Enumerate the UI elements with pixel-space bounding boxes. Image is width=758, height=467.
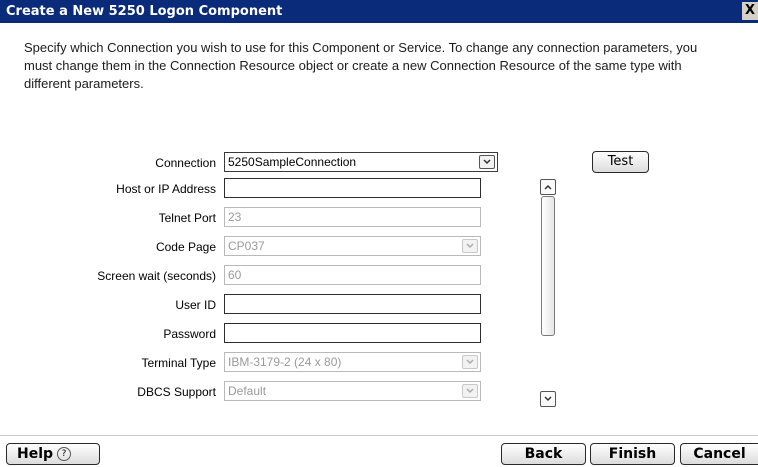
terminal-type-label: Terminal Type [141, 356, 216, 370]
close-button[interactable]: X [742, 2, 758, 20]
description-text: Specify which Connection you wish to use… [24, 40, 698, 91]
code-page-value: CP037 [228, 239, 265, 253]
terminal-type-value: IBM-3179-2 (24 x 80) [228, 355, 342, 369]
help-icon: ? [57, 447, 72, 461]
telnet-port-input[interactable]: 23 [224, 207, 481, 227]
screen-wait-label: Screen wait (seconds) [97, 269, 216, 283]
footer-divider [0, 435, 758, 436]
scroll-up-button[interactable] [540, 179, 556, 195]
user-id-label: User ID [175, 298, 216, 312]
chevron-down-icon[interactable] [462, 239, 478, 253]
title-bar: Create a New 5250 Logon Component X [0, 0, 758, 23]
user-id-input[interactable] [224, 294, 481, 314]
help-label: Help [17, 446, 54, 462]
cancel-button[interactable]: Cancel [680, 443, 758, 465]
code-page-label: Code Page [155, 240, 216, 254]
password-label: Password [163, 327, 216, 341]
screen-wait-input[interactable]: 60 [224, 265, 481, 285]
dbcs-support-value: Default [228, 384, 267, 398]
dbcs-support-label: DBCS Support [137, 385, 216, 399]
connection-value: 5250SampleConnection [228, 155, 357, 169]
connection-select[interactable]: 5250SampleConnection [224, 152, 498, 172]
back-button[interactable]: Back [501, 443, 586, 465]
chevron-down-icon [544, 396, 552, 402]
host-label: Host or IP Address [116, 182, 216, 196]
password-input[interactable] [224, 323, 481, 343]
code-page-select[interactable]: CP037 [224, 236, 481, 256]
chevron-up-icon [544, 184, 552, 190]
test-button[interactable]: Test [592, 151, 649, 173]
chevron-down-icon[interactable] [479, 155, 495, 169]
chevron-down-icon[interactable] [462, 355, 478, 369]
telnet-port-label: Telnet Port [158, 211, 216, 225]
chevron-down-icon[interactable] [462, 384, 478, 398]
terminal-type-select[interactable]: IBM-3179-2 (24 x 80) [224, 352, 481, 372]
connection-label: Connection [155, 156, 216, 170]
host-input[interactable] [224, 178, 481, 198]
finish-button[interactable]: Finish [590, 443, 675, 465]
scroll-down-button[interactable] [540, 391, 556, 407]
window-title: Create a New 5250 Logon Component [6, 4, 283, 19]
scrollbar-thumb[interactable] [541, 196, 555, 336]
dbcs-support-select[interactable]: Default [224, 381, 481, 401]
help-button[interactable]: Help? [6, 443, 100, 465]
